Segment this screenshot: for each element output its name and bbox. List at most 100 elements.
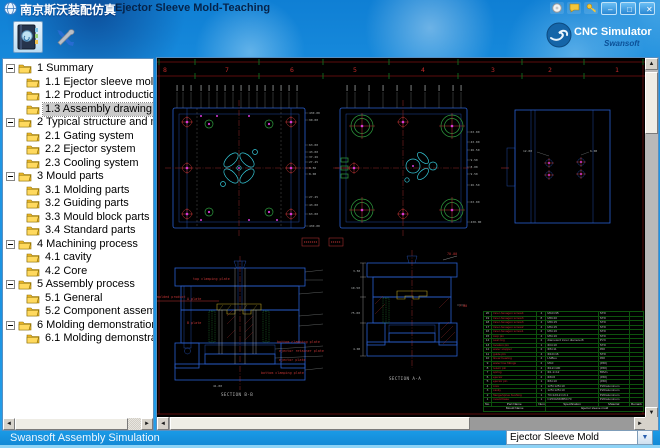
- tree-collapse-toggle[interactable]: [6, 64, 15, 73]
- tree-item-label: 5.1 General: [43, 292, 104, 306]
- tree-collapse-toggle[interactable]: [6, 172, 15, 181]
- scroll-up-button[interactable]: ▲: [645, 58, 658, 70]
- tree-item[interactable]: 3.1 Molding parts: [3, 184, 153, 198]
- tree-item[interactable]: 1.3 Assembly drawing: [3, 103, 153, 117]
- globe-icon: [4, 2, 17, 15]
- bom-table: 20 inner-hexagon screw4 4 M10×95 STD 19 …: [483, 311, 645, 412]
- dim-label: 75.00: [351, 311, 360, 315]
- tree-item[interactable]: 6 Molding demonstration: [3, 319, 153, 333]
- folder-icon: [18, 239, 32, 250]
- scroll-right-button[interactable]: ►: [141, 418, 153, 430]
- tree-item[interactable]: 5.2 Component assembly: [3, 305, 153, 319]
- chat-icon[interactable]: [567, 2, 581, 14]
- tree-item-label: 1.3 Assembly drawing: [43, 103, 153, 117]
- tree-item[interactable]: 3 Mould parts: [3, 170, 153, 184]
- tree-item[interactable]: 2.3 Cooling system: [3, 157, 153, 171]
- tools-button[interactable]: [50, 23, 80, 53]
- tree-item[interactable]: 3.2 Guiding parts: [3, 197, 153, 211]
- dim-label: 3.50: [353, 269, 360, 273]
- tree-item-label: 3 Mould parts: [35, 170, 106, 184]
- tree-item[interactable]: 3.3 Mould block parts: [3, 211, 153, 225]
- mold-select-combobox[interactable]: Ejector Sleeve Mold ▼: [506, 430, 653, 445]
- scrollbar-thumb[interactable]: [170, 417, 470, 430]
- folder-icon: [26, 77, 40, 88]
- app-window: 南京斯沃装配仿真 Ejector Sleeve Mold-Teaching – …: [0, 0, 660, 448]
- zone-number: 5: [353, 66, 357, 74]
- dim-label: 63.00: [309, 143, 318, 147]
- zone-number: 3: [491, 66, 495, 74]
- tree-item-label: 6.1 Molding demonstration: [43, 332, 153, 346]
- dim-label: 26.50: [471, 148, 480, 152]
- tree-item[interactable]: 1.2 Product introduction: [3, 89, 153, 103]
- dim-label: 90.00: [309, 118, 318, 122]
- tree-collapse-toggle[interactable]: [6, 118, 15, 127]
- address-book-icon: [17, 24, 39, 50]
- plate-label: top clamping plate: [193, 277, 230, 281]
- swansoft-logo-icon: [546, 22, 572, 48]
- drawing-horizontal-scrollbar[interactable]: ◄ ►: [157, 417, 646, 430]
- tree-item[interactable]: 2 Typical structure and mechanism: [3, 116, 153, 130]
- maximize-button[interactable]: □: [620, 2, 636, 15]
- window-caption: Ejector Sleeve Mold-Teaching: [115, 2, 270, 14]
- folder-icon: [26, 158, 40, 169]
- tree-item[interactable]: 2.2 Ejector system: [3, 143, 153, 157]
- dim-label: 8.00: [309, 172, 316, 176]
- scroll-left-button[interactable]: ◄: [157, 417, 169, 430]
- close-button[interactable]: ✕: [639, 2, 655, 15]
- teaching-tree-panel: 1 Summary 1.1 Ejector sleeve mold int: [2, 58, 154, 431]
- tree-collapse-toggle[interactable]: [6, 240, 15, 249]
- minimize-button[interactable]: –: [601, 2, 617, 15]
- tree-collapse-toggle[interactable]: [6, 321, 15, 330]
- dim-label: 37.26: [309, 155, 318, 159]
- tree-item[interactable]: 1.1 Ejector sleeve mold introduction: [3, 76, 153, 90]
- plate-label: bottom clamping plate: [261, 371, 304, 375]
- tree-item[interactable]: 5.1 General: [3, 292, 153, 306]
- tree-item[interactable]: 1 Summary: [3, 62, 153, 76]
- dropdown-arrow-icon[interactable]: ▼: [637, 431, 652, 444]
- disc-icon[interactable]: [550, 2, 564, 14]
- dim-label: 4.00: [353, 347, 360, 351]
- folder-icon: [26, 198, 40, 209]
- tree-item-label: 1.2 Product introduction: [43, 89, 153, 103]
- folder-icon: [26, 104, 40, 115]
- folder-icon: [26, 293, 40, 304]
- folder-icon: [26, 333, 40, 344]
- tree-view: 1 Summary 1.1 Ejector sleeve mold int: [3, 59, 153, 418]
- scrollbar-thumb[interactable]: [15, 418, 128, 430]
- plate-label: molded product: [157, 295, 186, 299]
- key-icon[interactable]: [584, 2, 598, 14]
- zone-number: 7: [225, 66, 229, 74]
- scrollbar-thumb[interactable]: [645, 72, 658, 134]
- zone-number: 6: [290, 66, 294, 74]
- dim-label: 9.56: [309, 166, 316, 170]
- folder-icon: [18, 320, 32, 331]
- dim-label: 63.00: [471, 200, 480, 204]
- dim-label: 27.45: [309, 195, 318, 199]
- tree-item[interactable]: 4.1 cavity: [3, 251, 153, 265]
- scroll-left-button[interactable]: ◄: [3, 418, 15, 430]
- tree-item-label: 1.1 Ejector sleeve mold introduction: [43, 76, 153, 90]
- tree-horizontal-scrollbar[interactable]: ◄ ►: [3, 418, 153, 430]
- tree-item[interactable]: 3.4 Standard parts: [3, 224, 153, 238]
- tree-item[interactable]: 6.1 Molding demonstration: [3, 332, 153, 346]
- dim-label: 26.50: [471, 183, 480, 187]
- folder-icon: [26, 131, 40, 142]
- tree-item[interactable]: 5 Assembly process: [3, 278, 153, 292]
- dim-label: 12.00: [523, 149, 532, 153]
- tree-item-label: 2 Typical structure and mechanism: [35, 116, 153, 130]
- tree-item-label: 3.3 Mould block parts: [43, 211, 152, 225]
- folder-icon: [26, 306, 40, 317]
- tree-item[interactable]: 4 Machining process: [3, 238, 153, 252]
- dim-label: 43.00: [471, 140, 480, 144]
- tree-collapse-toggle[interactable]: [6, 280, 15, 289]
- logo-text: CNC Simulator: [574, 26, 652, 38]
- teaching-contents-button[interactable]: [13, 21, 43, 53]
- tree-item[interactable]: 4.2 Core: [3, 265, 153, 279]
- drawing-vertical-scrollbar[interactable]: ▲ ▼: [645, 58, 658, 419]
- dim-label: 7.00: [459, 304, 467, 308]
- tree-item[interactable]: 2.1 Gating system: [3, 130, 153, 144]
- dim-label: 43.00: [309, 150, 318, 154]
- plate-label: ejector retainer plate: [279, 349, 324, 353]
- dim-label: 8.00: [471, 165, 478, 169]
- plate-label: B plate: [187, 321, 201, 325]
